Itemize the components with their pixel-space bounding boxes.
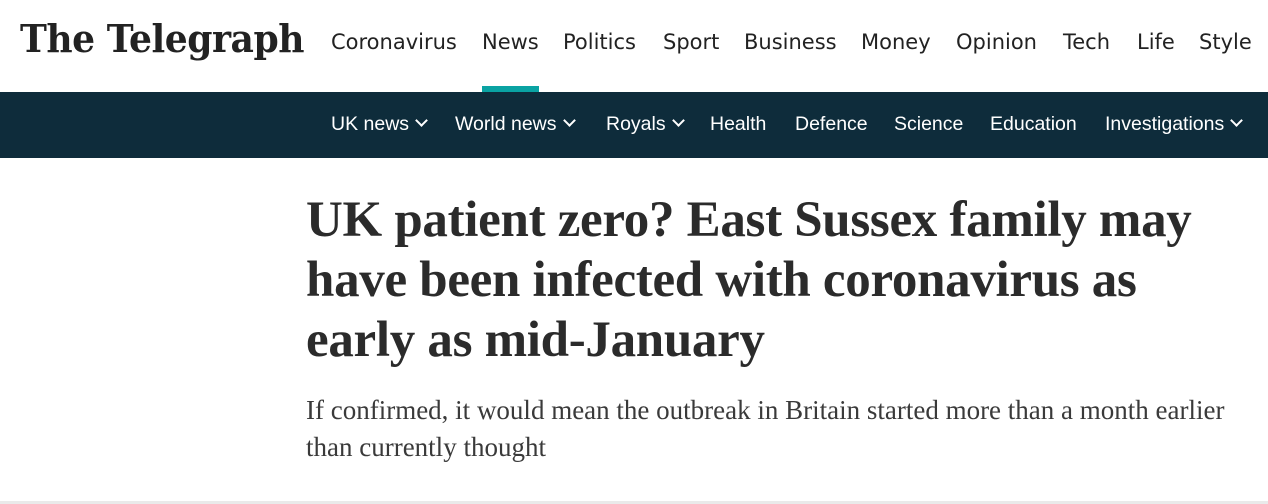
section-royals[interactable]: Royals <box>606 113 685 136</box>
chevron-down-icon <box>415 114 428 127</box>
section-nav: UK news World news Royals Health Defence… <box>0 92 1268 158</box>
nav-news[interactable]: News <box>482 30 539 92</box>
section-uk-news[interactable]: UK news <box>331 113 428 136</box>
article-standfirst: If confirmed, it would mean the outbreak… <box>306 395 1225 462</box>
nav-style[interactable]: Style <box>1199 30 1252 54</box>
chevron-down-icon <box>671 114 685 127</box>
masthead: The Telegraph Coronavirus News Politics … <box>0 0 1268 92</box>
section-world-news[interactable]: World news <box>455 113 576 136</box>
chevron-down-icon <box>1230 114 1244 127</box>
section-education[interactable]: Education <box>990 113 1077 136</box>
nav-opinion[interactable]: Opinion <box>956 30 1037 54</box>
section-defence[interactable]: Defence <box>795 113 868 136</box>
nav-coronavirus[interactable]: Coronavirus <box>331 30 457 54</box>
nav-life[interactable]: Life <box>1137 30 1175 54</box>
nav-sport[interactable]: Sport <box>663 30 719 54</box>
section-investigations[interactable]: Investigations <box>1105 113 1244 136</box>
nav-politics[interactable]: Politics <box>563 30 636 54</box>
section-investigations-label: Investigations <box>1105 113 1225 135</box>
section-science[interactable]: Science <box>894 113 963 136</box>
section-health[interactable]: Health <box>710 113 766 136</box>
section-uk-news-label: UK news <box>331 113 410 135</box>
nav-business[interactable]: Business <box>744 30 837 54</box>
section-royals-label: Royals <box>606 113 666 135</box>
nav-money[interactable]: Money <box>861 30 931 54</box>
section-world-news-label: World news <box>455 113 557 135</box>
article-headline: UK patient zero? East Sussex family may … <box>306 192 1192 368</box>
nav-tech[interactable]: Tech <box>1063 30 1110 54</box>
chevron-down-icon <box>562 114 576 127</box>
telegraph-logo[interactable]: The Telegraph <box>20 16 304 61</box>
